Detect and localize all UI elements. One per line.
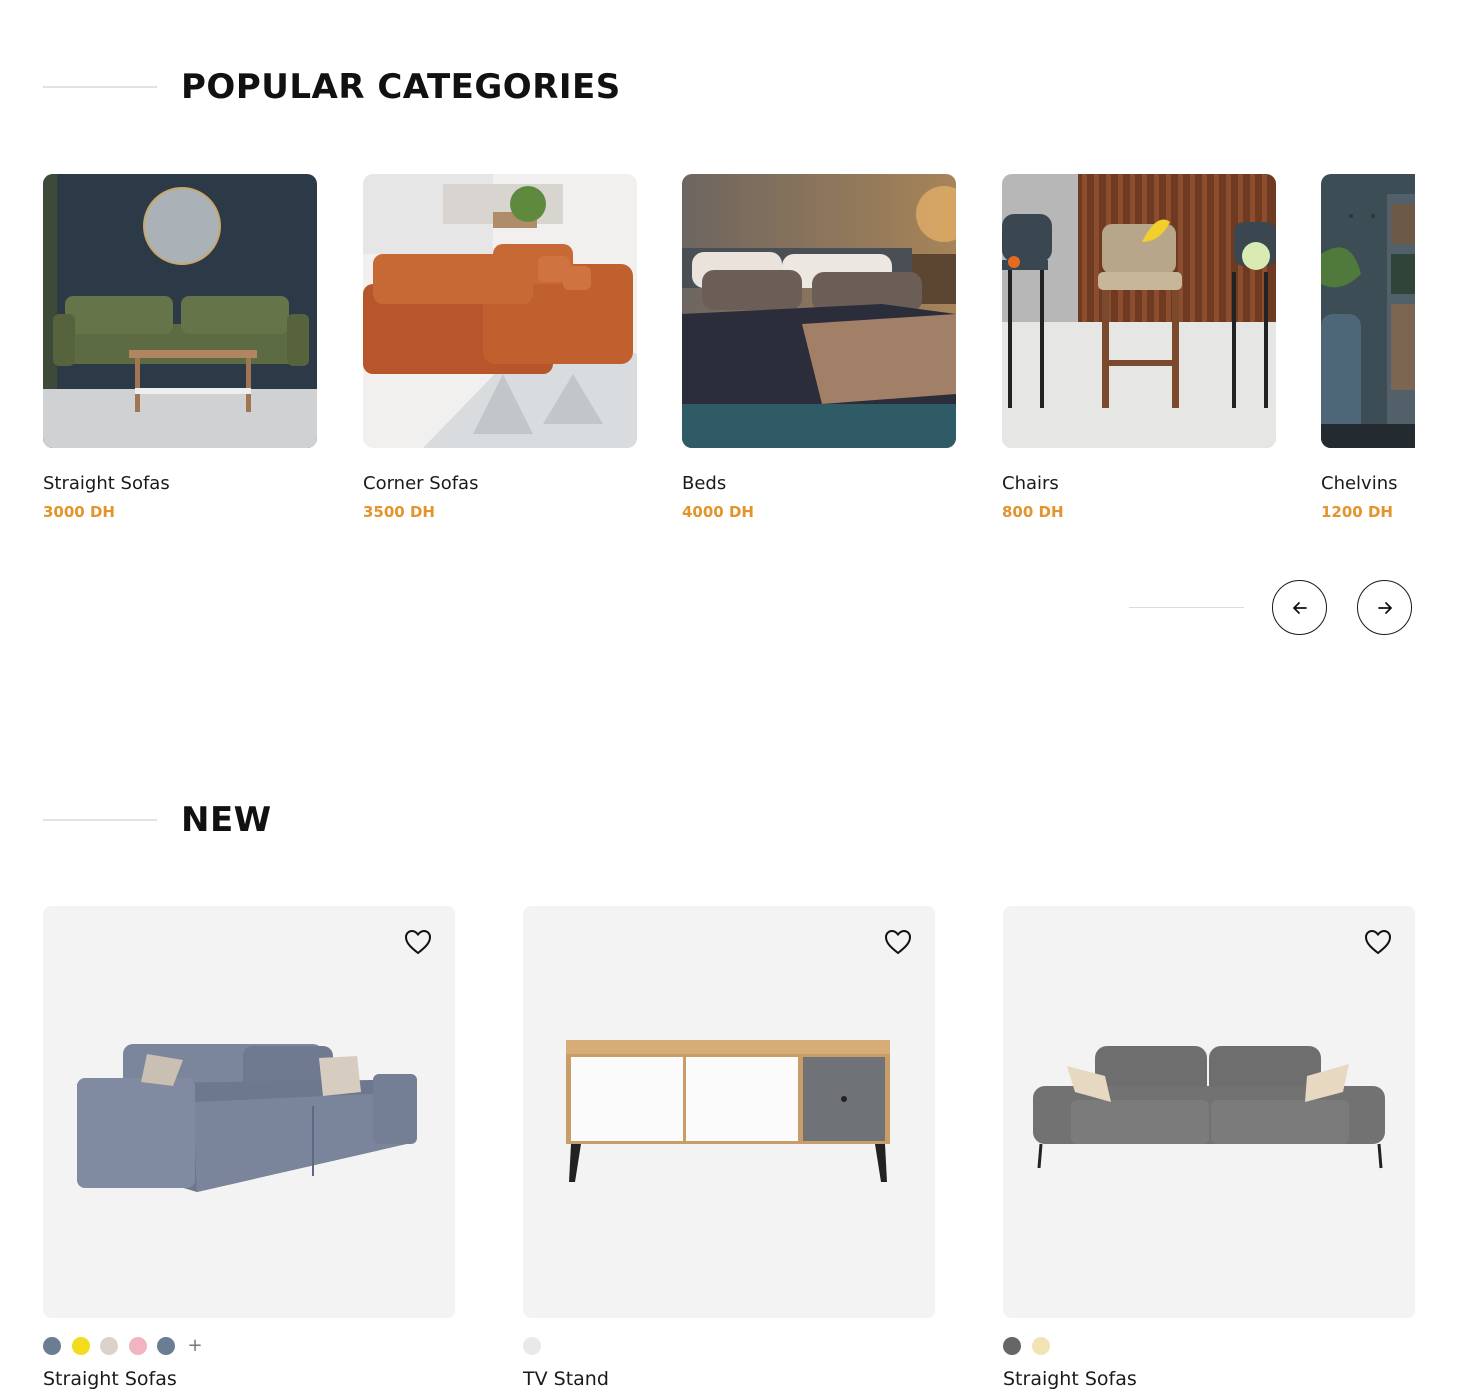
header-divider (43, 819, 157, 821)
category-carousel: Straight Sofas 3000 DH Corner Sofas 3500… (43, 174, 1415, 534)
color-swatch[interactable] (71, 1337, 90, 1355)
category-image[interactable] (1002, 174, 1276, 448)
color-swatch[interactable] (157, 1337, 175, 1355)
category-image[interactable] (363, 174, 637, 448)
category-image[interactable] (43, 174, 317, 448)
product-card[interactable]: + Straight Sofas (43, 906, 455, 1390)
color-swatch[interactable] (100, 1337, 118, 1355)
section-title-new: NEW (181, 800, 272, 840)
category-card-chairs[interactable]: Chairs 800 DH (1002, 174, 1276, 521)
category-name[interactable]: Chelvins (1321, 473, 1415, 494)
arrow-left-icon (1292, 601, 1307, 614)
carousel-progress-line (1129, 607, 1244, 608)
heart-icon[interactable] (1363, 928, 1393, 956)
header-divider (43, 86, 157, 88)
category-card-straight-sofas[interactable]: Straight Sofas 3000 DH (43, 174, 317, 521)
heart-icon[interactable] (883, 928, 913, 956)
category-name[interactable]: Beds (682, 473, 956, 494)
category-card-beds[interactable]: Beds 4000 DH (682, 174, 956, 521)
color-swatches: + (43, 1336, 455, 1356)
carousel-prev-button[interactable] (1272, 580, 1327, 635)
carousel-next-button[interactable] (1357, 580, 1412, 635)
category-price: 3500 DH (363, 503, 435, 521)
product-image[interactable] (43, 906, 455, 1318)
product-card[interactable]: TV Stand (523, 906, 935, 1390)
product-card[interactable]: Straight Sofas (1003, 906, 1415, 1390)
new-header: NEW (43, 803, 272, 837)
category-name[interactable]: Corner Sofas (363, 473, 637, 494)
product-name[interactable]: TV Stand (523, 1368, 935, 1390)
color-swatch[interactable] (1031, 1337, 1050, 1355)
product-image[interactable] (1003, 906, 1415, 1318)
category-name[interactable]: Straight Sofas (43, 473, 317, 494)
color-swatch[interactable] (1003, 1337, 1021, 1355)
category-card-corner-sofas[interactable]: Corner Sofas 3500 DH (363, 174, 637, 521)
category-price: 3000 DH (43, 503, 115, 521)
color-swatches (523, 1336, 935, 1356)
color-swatch[interactable] (128, 1337, 147, 1355)
heart-icon[interactable] (403, 928, 433, 956)
category-image[interactable] (1321, 174, 1415, 448)
color-swatches (1003, 1336, 1415, 1356)
category-price: 4000 DH (682, 503, 754, 521)
product-name[interactable]: Straight Sofas (43, 1368, 455, 1390)
section-title-popular: POPULAR CATEGORIES (181, 67, 621, 107)
category-price: 1200 DH (1321, 503, 1393, 521)
more-colors-button[interactable]: + (188, 1337, 203, 1355)
category-image[interactable] (682, 174, 956, 448)
product-name[interactable]: Straight Sofas (1003, 1368, 1415, 1390)
category-price: 800 DH (1002, 503, 1064, 521)
popular-header: POPULAR CATEGORIES (43, 70, 621, 104)
product-image[interactable] (523, 906, 935, 1318)
color-swatch[interactable] (43, 1337, 61, 1355)
category-card-chelvins[interactable]: Chelvins 1200 DH (1321, 174, 1415, 521)
color-swatch[interactable] (523, 1337, 541, 1355)
carousel-controls (1129, 580, 1412, 635)
arrow-right-icon (1377, 601, 1392, 614)
category-name[interactable]: Chairs (1002, 473, 1276, 494)
